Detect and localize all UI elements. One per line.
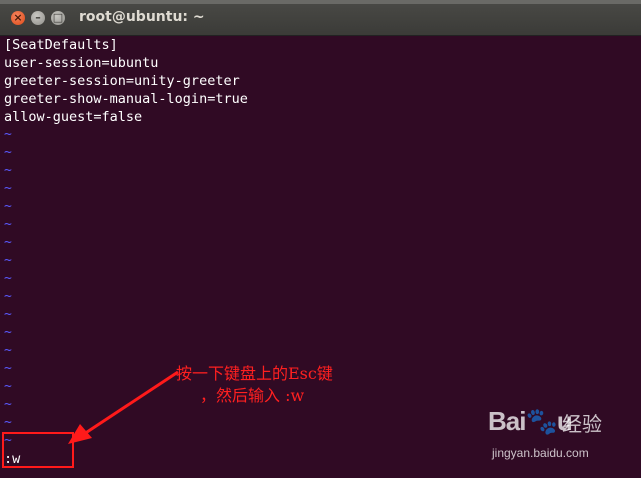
annotation-text-line1: 按一下键盘上的Esc键: [176, 364, 333, 383]
watermark-url: jingyan.baidu.com: [492, 446, 589, 460]
baidu-logo: Bai🐾u: [488, 406, 573, 436]
baidu-watermark: Bai🐾u 经验 jingyan.baidu.com: [484, 402, 634, 462]
annotation-text-line2: ，然后输入 :w: [200, 386, 305, 405]
terminal-window: × – □ root@ubuntu: ~ [SeatDefaults] user…: [0, 0, 641, 478]
watermark-label: 经验: [562, 412, 602, 436]
